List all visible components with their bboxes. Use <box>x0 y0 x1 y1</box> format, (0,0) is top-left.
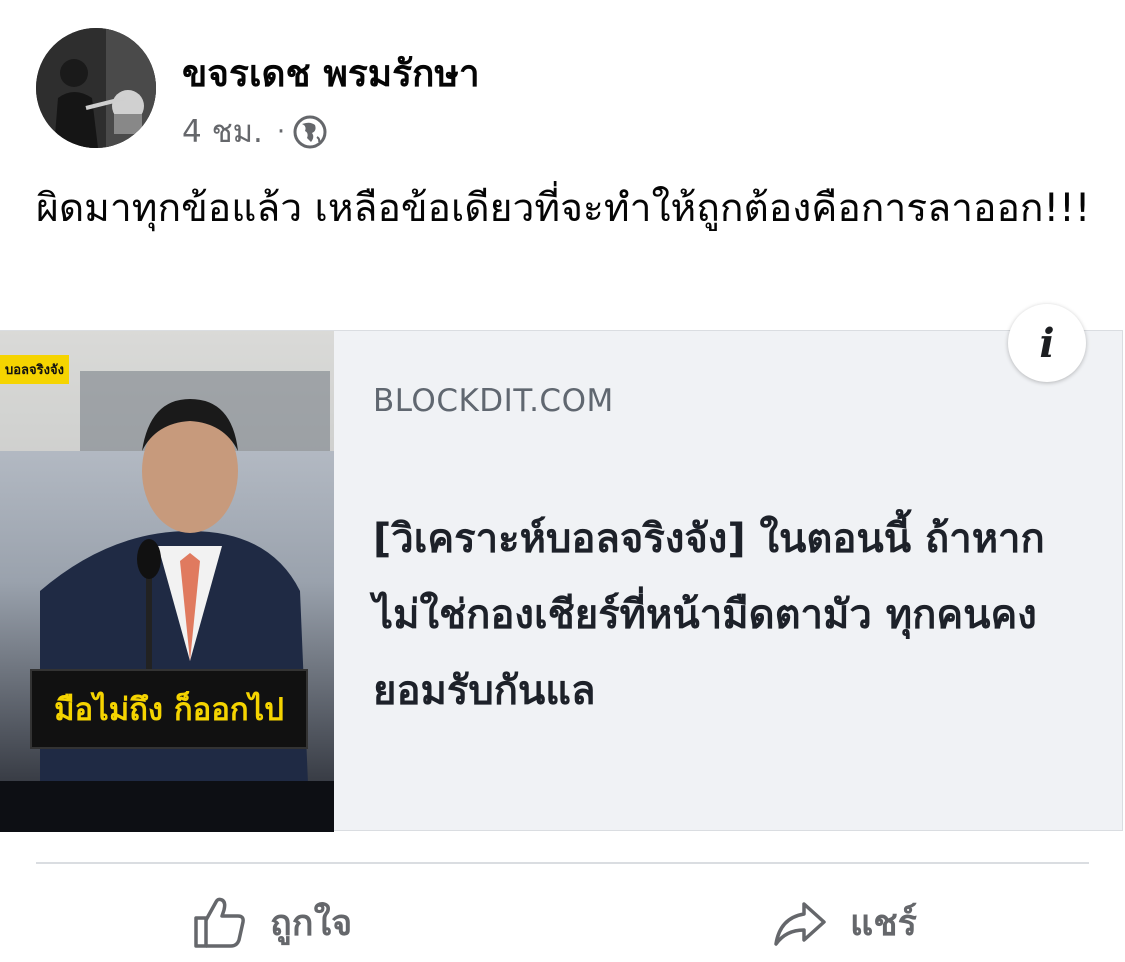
globe-icon[interactable] <box>293 115 327 149</box>
like-button[interactable]: ถูกใจ <box>192 892 352 952</box>
thumbnail-photo <box>0 331 334 832</box>
share-button[interactable]: แชร์ <box>772 892 917 952</box>
post-text: ผิดมาทุกข้อแล้ว เหลือข้อเดียวที่จะทำให้ถ… <box>36 186 1091 231</box>
info-icon: i <box>1039 319 1055 367</box>
thumbnail-tag: บอลจริงจัง <box>0 355 69 384</box>
thumbs-up-icon <box>194 897 245 948</box>
link-title[interactable]: [วิเคราะห์บอลจริงจัง] ในตอนนี้ ถ้าหากไม่… <box>373 501 1063 729</box>
post-timestamp[interactable]: 4 ชม. <box>182 112 263 152</box>
like-label: ถูกใจ <box>270 902 353 944</box>
author-name[interactable]: ขจรเดช พรมรักษา <box>182 50 480 98</box>
avatar[interactable] <box>36 28 156 148</box>
link-domain: BLOCKDIT.COM <box>373 383 614 419</box>
link-preview-body[interactable]: BLOCKDIT.COM [วิเคราะห์บอลจริงจัง] ในตอน… <box>335 331 1122 830</box>
avatar-photo <box>36 28 156 148</box>
actions-divider <box>36 862 1089 864</box>
link-preview-card[interactable]: บอลจริงจัง มือไม่ถึง ก็ออกไป BLOCKDIT.CO… <box>0 330 1123 832</box>
thumbnail-caption: มือไม่ถึง ก็ออกไป <box>30 669 308 749</box>
share-label: แชร์ <box>850 902 917 944</box>
link-thumbnail: บอลจริงจัง มือไม่ถึง ก็ออกไป <box>0 331 334 832</box>
meta-separator: · <box>276 117 286 147</box>
post-meta: 4 ชม. · <box>182 112 327 152</box>
share-arrow-icon <box>774 902 826 946</box>
info-button[interactable]: i <box>1008 304 1086 382</box>
